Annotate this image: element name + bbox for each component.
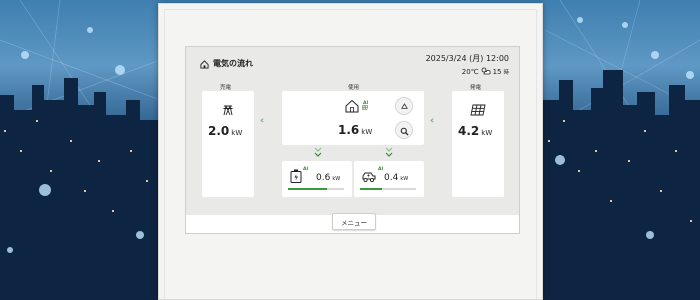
screen-header: 電気の流れ 2025/3/24 (月) 12:00 20℃ 15 時 (186, 47, 519, 83)
battery-level-fill (288, 188, 328, 190)
home-icon (344, 98, 360, 117)
battery-ai-badge: AI (303, 167, 309, 172)
time: 12:00 (485, 54, 509, 63)
use-label: 使用 (348, 85, 360, 91)
forecast-unit: 時 (503, 70, 509, 76)
date-time: 2025/3/24 (月) 12:00 (426, 53, 509, 64)
battery-level-bar (288, 188, 344, 190)
battery-icon (290, 168, 302, 187)
search-button[interactable] (395, 121, 413, 139)
battery-card[interactable]: AI 0.6 kW (282, 161, 352, 197)
battery-value: 0.6 kW (316, 173, 341, 183)
recycle-icon (400, 97, 409, 116)
generate-label: 発電 (470, 85, 482, 91)
ev-card[interactable]: AI 0.4 kW (354, 161, 424, 197)
forecast-value: 15 (492, 68, 502, 76)
ev-level-bar (360, 188, 416, 190)
date: 2025/3/24 (425, 54, 467, 63)
use-value: 1.6 kW (338, 123, 373, 137)
home-icon (200, 54, 209, 73)
search-icon (400, 121, 409, 140)
ev-level-fill (360, 188, 383, 190)
temperature: 20℃ (461, 68, 479, 76)
control-panel-device: 電気の流れ 2025/3/24 (月) 12:00 20℃ 15 時 売電 2.… (158, 3, 543, 300)
generate-power-card[interactable]: 発電 4.2 kW (452, 85, 504, 197)
screen-content: 電気の流れ 2025/3/24 (月) 12:00 20℃ 15 時 売電 2.… (186, 47, 519, 215)
recycle-button[interactable] (395, 97, 413, 115)
sell-label: 売電 (220, 85, 232, 91)
power-tower-icon (222, 101, 234, 120)
ev-value: 0.4 kW (384, 173, 409, 183)
cloudy-sun-icon (481, 67, 491, 77)
sell-value: 2.0 kW (208, 124, 243, 138)
generate-value: 4.2 kW (458, 124, 493, 138)
ev-ai-badge: AI (378, 167, 384, 172)
sell-power-card[interactable]: 売電 2.0 kW (202, 85, 254, 197)
touch-screen: 電気の流れ 2025/3/24 (月) 12:00 20℃ 15 時 売電 2.… (185, 46, 520, 234)
use-power-card[interactable]: 使用 AI 1.6 kW (282, 85, 424, 145)
weather-info: 20℃ 15 時 (462, 67, 509, 77)
solar-panel-icon (470, 101, 486, 120)
ev-car-icon (361, 168, 377, 187)
flow-arrow-to-ev (385, 147, 393, 157)
flow-arrow-to-battery (314, 147, 322, 157)
flow-arrow-from-generate: ‹‹‹ (430, 116, 434, 126)
menu-button[interactable]: メニュー (332, 213, 376, 230)
page-title: 電気の流れ (213, 59, 253, 68)
flow-arrow-to-sell: ‹‹‹ (260, 116, 264, 126)
weekday: (月) (469, 54, 484, 63)
title-group: 電気の流れ (200, 54, 253, 73)
use-ai-badge: AI (363, 101, 369, 106)
